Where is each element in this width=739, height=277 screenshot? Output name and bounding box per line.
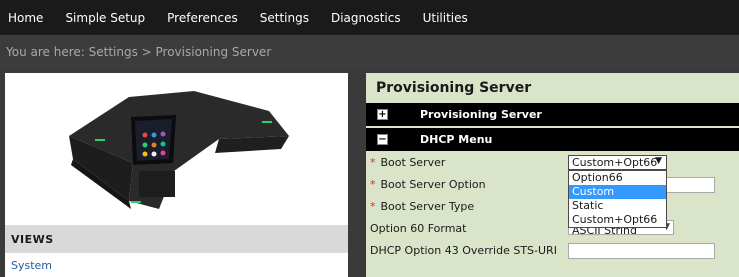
section-provisioning-server[interactable]: + Provisioning Server xyxy=(366,103,739,126)
boot-server-option-row: * Boot Server Option xyxy=(370,178,486,191)
plus-icon[interactable]: + xyxy=(377,109,388,120)
boot-server-type-label: Boot Server Type xyxy=(380,200,475,213)
boot-server-type-row: * Boot Server Type xyxy=(370,200,474,213)
required-marker: * xyxy=(370,156,376,169)
caret-down-icon: ▼ xyxy=(655,156,662,166)
nav-diagnostics[interactable]: Diagnostics xyxy=(322,11,414,25)
section-label: Provisioning Server xyxy=(420,108,542,121)
nav-utilities[interactable]: Utilities xyxy=(414,11,481,25)
nav-simple-setup[interactable]: Simple Setup xyxy=(56,11,158,25)
boot-server-option-input[interactable] xyxy=(666,177,715,193)
option43-row: DHCP Option 43 Override STS-URI xyxy=(370,244,557,257)
option60-label: Option 60 Format xyxy=(370,222,467,235)
option43-label: DHCP Option 43 Override STS-URI xyxy=(370,244,557,257)
conference-phone-image xyxy=(69,91,289,209)
boot-server-dropdown: Option66 Custom Static Custom+Opt66 xyxy=(568,170,667,228)
required-marker: * xyxy=(370,200,376,213)
option43-input[interactable] xyxy=(568,243,715,259)
minus-icon[interactable]: − xyxy=(377,134,388,145)
option-custom[interactable]: Custom xyxy=(569,185,666,199)
option-option66[interactable]: Option66 xyxy=(569,171,666,185)
top-navigation: Home Simple Setup Preferences Settings D… xyxy=(0,0,739,35)
boot-server-label: Boot Server xyxy=(380,156,446,169)
left-panel: VIEWS System xyxy=(5,73,348,277)
option-custom-opt66[interactable]: Custom+Opt66 xyxy=(569,213,666,227)
section-label: DHCP Menu xyxy=(420,133,493,146)
boot-server-select[interactable]: Custom+Opt66 ▼ xyxy=(568,155,667,170)
views-item-system[interactable]: System xyxy=(5,253,348,277)
boot-server-row: * Boot Server xyxy=(370,156,445,169)
views-header: VIEWS xyxy=(5,225,348,253)
nav-settings[interactable]: Settings xyxy=(251,11,322,25)
provisioning-panel: Provisioning Server + Provisioning Serve… xyxy=(366,73,739,277)
breadcrumb: You are here: Settings > Provisioning Se… xyxy=(0,35,739,69)
page-title: Provisioning Server xyxy=(376,80,532,96)
section-dhcp-menu[interactable]: − DHCP Menu xyxy=(366,128,739,151)
boot-server-value: Custom+Opt66 xyxy=(572,156,658,169)
option60-row: Option 60 Format xyxy=(370,222,466,235)
option-static[interactable]: Static xyxy=(569,199,666,213)
required-marker: * xyxy=(370,178,376,191)
nav-home[interactable]: Home xyxy=(0,11,56,25)
nav-preferences[interactable]: Preferences xyxy=(158,11,251,25)
boot-server-option-label: Boot Server Option xyxy=(380,178,486,191)
